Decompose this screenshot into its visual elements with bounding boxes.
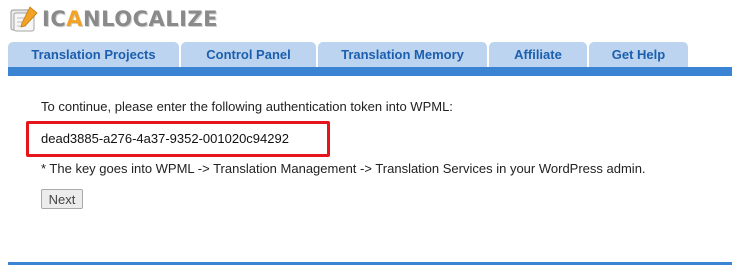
tab-label: Translation Memory <box>341 47 464 62</box>
instruction-text: To continue, please enter the following … <box>41 99 453 114</box>
tab-get-help[interactable]: Get Help <box>589 42 688 67</box>
tab-label: Affiliate <box>514 47 562 62</box>
logo-wordmark: ICANLOCALIZE <box>42 7 219 31</box>
tab-affiliate[interactable]: Affiliate <box>489 42 587 67</box>
authentication-token[interactable]: dead3885-a276-4a37-9352-001020c94292 <box>41 131 289 146</box>
tab-translation-memory[interactable]: Translation Memory <box>318 42 487 67</box>
tab-label: Get Help <box>611 47 666 62</box>
nav-underline-bar <box>8 67 732 76</box>
tab-label: Translation Projects <box>31 47 156 62</box>
tab-control-panel[interactable]: Control Panel <box>181 42 316 67</box>
tab-translation-projects[interactable]: Translation Projects <box>8 42 179 67</box>
site-logo[interactable]: ICANLOCALIZE <box>8 3 218 35</box>
tab-label: Control Panel <box>206 47 291 62</box>
wpml-location-note: * The key goes into WPML -> Translation … <box>41 161 646 176</box>
next-button[interactable]: Next <box>41 189 83 209</box>
pen-paper-logo-icon <box>10 6 38 32</box>
